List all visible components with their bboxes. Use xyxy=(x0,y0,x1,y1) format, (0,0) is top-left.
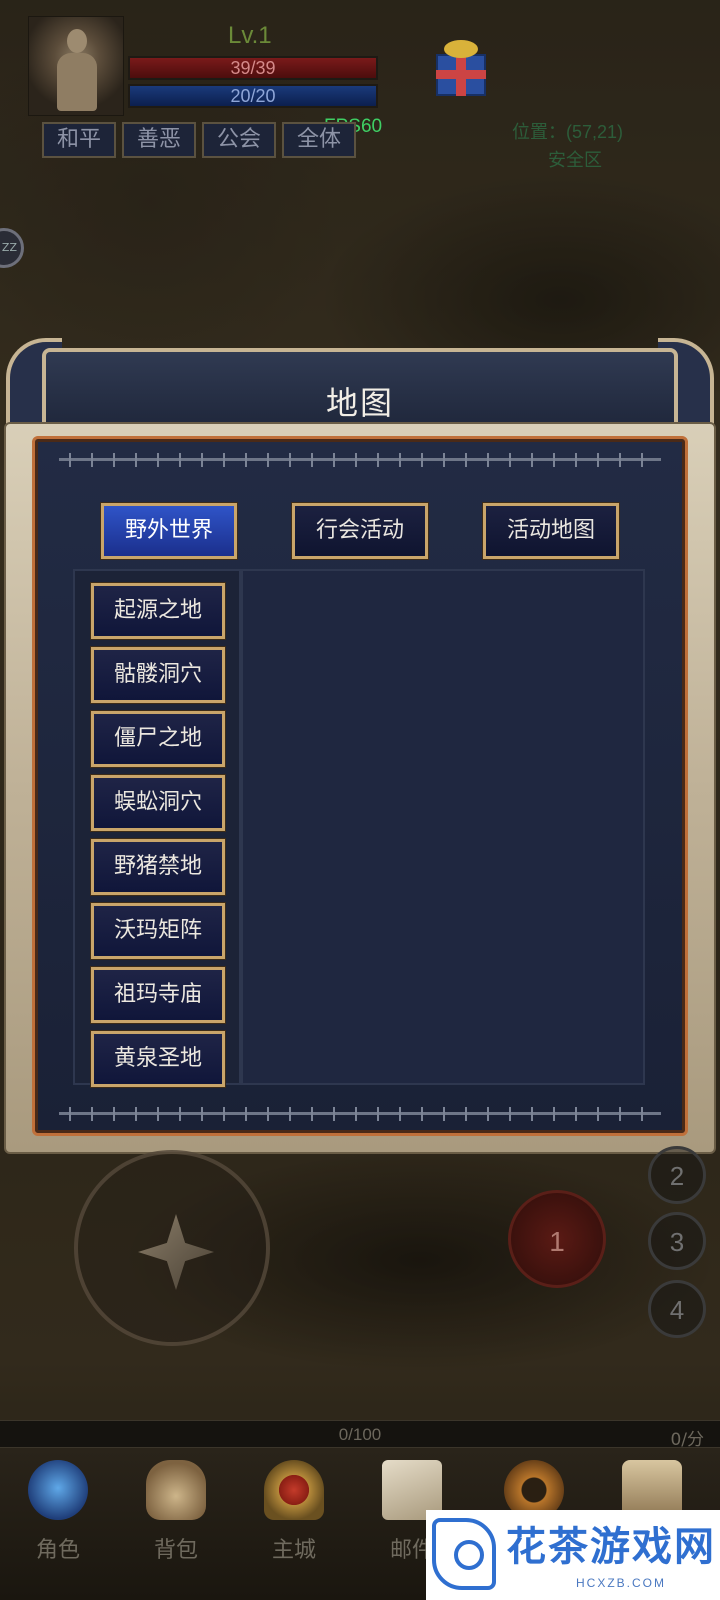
pk-mode-guild-button[interactable]: 公会 xyxy=(202,122,276,158)
skill-slot-2[interactable]: 2 xyxy=(648,1146,706,1204)
pk-mode-all-button[interactable]: 全体 xyxy=(282,122,356,158)
dialog-body: 野外世界 行会活动 活动地图 起源之地 骷髅洞穴 僵尸之地 蜈蚣洞穴 野猪禁地 … xyxy=(32,436,688,1136)
map-item-yellow-spring-holy-land[interactable]: 黄泉圣地 xyxy=(90,1030,226,1088)
score-value: 0/分 xyxy=(670,1430,704,1450)
skill-slot-4[interactable]: 4 xyxy=(648,1280,706,1338)
map-detail-panel xyxy=(241,569,645,1085)
map-item-zombie-land[interactable]: 僵尸之地 xyxy=(90,710,226,768)
nav-label-main-city: 主城 xyxy=(271,1538,316,1563)
map-dialog: 地图 野外世界 行会活动 活动地图 起源之地 骷髅洞穴 僵尸之地 蜈蚣洞穴 野猪… xyxy=(0,338,720,1160)
portrait-torso xyxy=(57,53,97,111)
map-item-origin-land[interactable]: 起源之地 xyxy=(90,582,226,640)
pk-mode-selector: 和平 善恶 公会 全体 xyxy=(42,122,356,158)
nav-label-character: 角色 xyxy=(35,1538,80,1563)
map-item-centipede-cave[interactable]: 蜈蚣洞穴 xyxy=(90,774,226,832)
pk-mode-peace-button[interactable]: 和平 xyxy=(42,122,116,158)
position-coordinates: 位置：(57,21) xyxy=(512,122,624,142)
skill-slot-3[interactable]: 3 xyxy=(648,1212,706,1270)
watermark-subtext: HCXZB.COM xyxy=(576,1576,666,1590)
hp-bar: 39/39 xyxy=(128,56,378,80)
site-watermark: 花茶游戏网 HCXZB.COM xyxy=(426,1510,720,1600)
player-status-panel: Lv.1 39/39 20/20 FPS60 xyxy=(28,16,384,137)
castle-shield-icon xyxy=(264,1460,324,1520)
pk-mode-goodevil-button[interactable]: 善恶 xyxy=(122,122,196,158)
map-item-woma-matrix[interactable]: 沃玛矩阵 xyxy=(90,902,226,960)
map-list: 起源之地 骷髅洞穴 僵尸之地 蜈蚣洞穴 野猪禁地 沃玛矩阵 祖玛寺庙 黄泉圣地 xyxy=(90,582,226,1095)
joystick-star-icon xyxy=(138,1214,214,1290)
nav-label-bag: 背包 xyxy=(153,1538,198,1563)
character-orb-icon xyxy=(28,1460,88,1520)
gift-ribbon-horizontal xyxy=(436,70,486,79)
portrait-head xyxy=(67,29,87,53)
tab-guild-activity[interactable]: 行会活动 xyxy=(291,502,429,560)
map-item-zuma-temple[interactable]: 祖玛寺庙 xyxy=(90,966,226,1024)
ornament-border-top xyxy=(59,453,661,467)
zone-label: 安全区 xyxy=(548,150,602,171)
map-item-boar-forbidden[interactable]: 野猪禁地 xyxy=(90,838,226,896)
tab-event-map[interactable]: 活动地图 xyxy=(482,502,620,560)
nav-bag[interactable]: 背包 xyxy=(126,1448,226,1588)
skill-slot-1[interactable]: 1 xyxy=(508,1190,606,1288)
experience-value: 0/100 xyxy=(338,1425,382,1444)
dialog-title: 地图 xyxy=(325,384,394,422)
bag-icon xyxy=(146,1460,206,1520)
watermark-text: 花茶游戏网 xyxy=(506,1524,716,1570)
virtual-joystick[interactable] xyxy=(74,1150,270,1346)
gift-bow xyxy=(444,40,478,58)
map-category-tabs: 野外世界 行会活动 活动地图 xyxy=(100,502,620,560)
dialog-title-bar: 地图 xyxy=(42,348,678,428)
gift-box-icon[interactable] xyxy=(430,36,490,98)
watermark-logo-icon xyxy=(432,1518,496,1590)
player-level: Lv.1 xyxy=(228,22,272,49)
map-list-panel[interactable]: 起源之地 骷髅洞穴 僵尸之地 蜈蚣洞穴 野猪禁地 沃玛矩阵 祖玛寺庙 黄泉圣地 xyxy=(73,569,241,1088)
nav-main-city[interactable]: 主城 xyxy=(244,1448,344,1588)
ornament-border-bottom xyxy=(59,1107,661,1121)
map-item-skeleton-cave[interactable]: 骷髅洞穴 xyxy=(90,646,226,704)
player-portrait[interactable] xyxy=(28,16,124,116)
mp-bar: 20/20 xyxy=(128,84,378,108)
nav-character[interactable]: 角色 xyxy=(8,1448,108,1588)
tab-wild-world[interactable]: 野外世界 xyxy=(100,502,238,560)
experience-bar: 0/100 0/分 xyxy=(0,1420,720,1450)
dialog-frame: 野外世界 行会活动 活动地图 起源之地 骷髅洞穴 僵尸之地 蜈蚣洞穴 野猪禁地 … xyxy=(4,422,716,1154)
